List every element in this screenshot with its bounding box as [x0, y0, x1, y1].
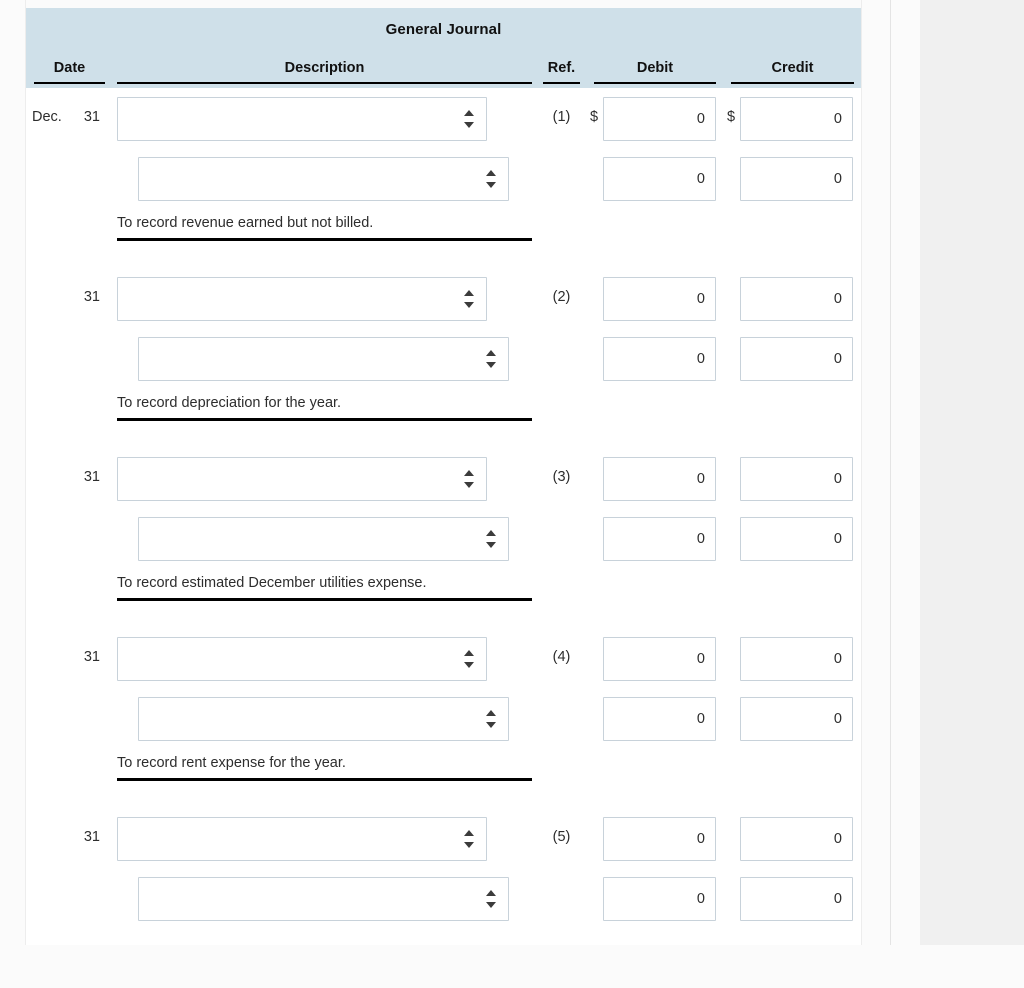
column-header-debit: Debit [636, 60, 674, 76]
journal-entries: Dec. 31 $ $0 0 0 0 (1) To record revenue earned … [26, 88, 861, 945]
account-select-line-1[interactable] [117, 637, 487, 681]
column-rule-ref [543, 82, 580, 84]
debit-amount-input-line-2[interactable]: 0 [603, 697, 716, 741]
select-spinner-icon [486, 529, 497, 549]
debit-amount-input-line-1[interactable]: 0 [603, 97, 716, 141]
journal-entry: 31 0 0 0 0 (3) To record estimated December ut… [26, 448, 861, 628]
journal-entry: Dec. 31 $ $0 0 0 0 (1) To record revenue earned … [26, 88, 861, 268]
credit-amount-input-line-1[interactable]: 0 [740, 817, 853, 861]
select-spinner-icon [486, 349, 497, 369]
account-select-line-2[interactable] [138, 697, 509, 741]
content-divider [890, 0, 891, 945]
debit-amount-input-line-1[interactable]: 0 [603, 457, 716, 501]
account-select-line-1[interactable] [117, 277, 487, 321]
credit-amount-input-line-2[interactable]: 0 [740, 157, 853, 201]
panel-edge-right [861, 0, 862, 945]
debit-amount-input-line-2[interactable]: 0 [603, 157, 716, 201]
entry-date-day: 31 [83, 109, 100, 125]
account-select-line-2[interactable] [138, 337, 509, 381]
credit-amount-input-line-1[interactable]: 0 [740, 277, 853, 321]
select-spinner-icon [464, 109, 475, 129]
column-rule-description [117, 82, 532, 84]
entry-memo: To record rent expense for the year. [117, 755, 346, 771]
journal-title: General Journal [385, 21, 502, 38]
debit-amount-input-line-2[interactable]: 0 [603, 517, 716, 561]
debit-amount-input-line-2[interactable]: 0 [603, 337, 716, 381]
select-spinner-icon [464, 829, 475, 849]
entry-memo-rule [117, 238, 532, 241]
debit-currency-symbol: $ [590, 109, 599, 125]
account-select-line-2[interactable] [138, 517, 509, 561]
column-rule-debit [594, 82, 716, 84]
page-root: General Journal Date Description Ref. De… [0, 0, 1024, 945]
credit-amount-input-line-2[interactable]: 0 [740, 517, 853, 561]
column-header-date: Date [53, 60, 86, 76]
general-journal-panel: General Journal Date Description Ref. De… [26, 8, 861, 945]
debit-amount-input-line-1[interactable]: 0 [603, 817, 716, 861]
entry-date-day: 31 [83, 829, 100, 845]
entry-date-day: 31 [83, 469, 100, 485]
column-rule-credit [731, 82, 854, 84]
entry-memo: To record estimated December utilities e… [117, 575, 427, 591]
entry-memo-rule [117, 778, 532, 781]
entry-memo-rule [117, 598, 532, 601]
entry-ref-number: (2) [552, 289, 571, 305]
column-header-description: Description [284, 60, 365, 76]
credit-amount-input-line-1[interactable]: 0 [740, 457, 853, 501]
entry-date-day: 31 [83, 289, 100, 305]
credit-amount-input-line-1[interactable]: 0 [740, 637, 853, 681]
select-spinner-icon [486, 169, 497, 189]
entry-date-day: 31 [83, 649, 100, 665]
credit-amount-input-line-2[interactable]: 0 [740, 877, 853, 921]
journal-entry: 31 0 0 0 0 (5) [26, 808, 861, 988]
entry-memo-rule [117, 418, 532, 421]
entry-memo: To record depreciation for the year. [117, 395, 342, 411]
select-spinner-icon [486, 709, 497, 729]
entry-ref-number: (3) [552, 469, 571, 485]
select-spinner-icon [486, 889, 497, 909]
account-select-line-1[interactable] [117, 817, 487, 861]
entry-ref-number: (1) [552, 109, 571, 125]
account-select-line-1[interactable] [117, 457, 487, 501]
right-background-strip [920, 0, 1024, 945]
select-spinner-icon [464, 649, 475, 669]
account-select-line-1[interactable] [117, 97, 487, 141]
entry-memo: To record revenue earned but not billed. [117, 215, 374, 231]
select-spinner-icon [464, 289, 475, 309]
column-rule-date [34, 82, 105, 84]
credit-amount-input-line-2[interactable]: 0 [740, 697, 853, 741]
entry-date-month: Dec. [32, 109, 62, 125]
journal-entry: 31 0 0 0 0 (2) To record depreciation for the … [26, 268, 861, 448]
account-select-line-2[interactable] [138, 877, 509, 921]
column-header-ref: Ref. [547, 60, 576, 76]
credit-amount-input-line-2[interactable]: 0 [740, 337, 853, 381]
credit-currency-symbol: $ [727, 109, 736, 125]
journal-entry: 31 0 0 0 0 (4) To record rent expense for the … [26, 628, 861, 808]
credit-amount-input-line-1[interactable]: 0 [740, 97, 853, 141]
column-header-credit: Credit [771, 60, 814, 76]
select-spinner-icon [464, 469, 475, 489]
debit-amount-input-line-2[interactable]: 0 [603, 877, 716, 921]
entry-ref-number: (4) [552, 649, 571, 665]
account-select-line-2[interactable] [138, 157, 509, 201]
debit-amount-input-line-1[interactable]: 0 [603, 277, 716, 321]
journal-header: General Journal Date Description Ref. De… [26, 8, 861, 88]
debit-amount-input-line-1[interactable]: 0 [603, 637, 716, 681]
entry-ref-number: (5) [552, 829, 571, 845]
